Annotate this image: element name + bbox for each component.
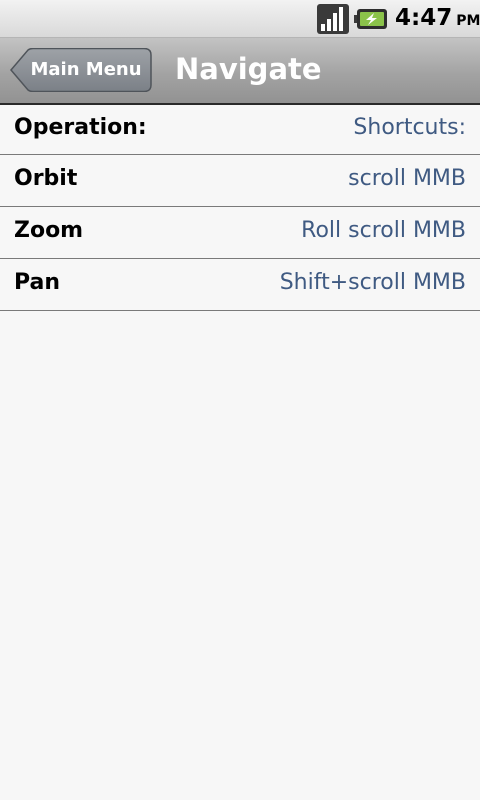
battery-charging-icon <box>354 9 387 29</box>
operation-column-header: Operation: <box>14 115 147 140</box>
status-bar: 4:47 PM <box>0 0 480 38</box>
back-button-label: Main Menu <box>30 59 142 80</box>
clock-time: 4:47 <box>395 5 453 31</box>
shortcut-value: Roll scroll MMB <box>301 218 466 243</box>
table-row: Pan Shift+scroll MMB <box>0 259 480 311</box>
table-header-row: Operation: Shortcuts: <box>0 105 480 155</box>
shortcut-table: Operation: Shortcuts: Orbit scroll MMB Z… <box>0 105 480 311</box>
page-title: Navigate <box>175 52 322 86</box>
shortcut-column-header: Shortcuts: <box>353 115 466 140</box>
signal-icon <box>317 4 349 34</box>
status-clock: 4:47 PM <box>395 5 480 31</box>
operation-name: Zoom <box>14 218 84 243</box>
main-menu-back-button[interactable]: Main Menu <box>10 48 152 92</box>
table-row: Orbit scroll MMB <box>0 155 480 207</box>
shortcut-value: Shift+scroll MMB <box>279 270 466 295</box>
operation-name: Pan <box>14 270 61 295</box>
clock-ampm: PM <box>456 13 480 29</box>
shortcut-value: scroll MMB <box>348 166 466 191</box>
title-bar: Main Menu Navigate <box>0 38 480 105</box>
operation-name: Orbit <box>14 166 78 191</box>
table-row: Zoom Roll scroll MMB <box>0 207 480 259</box>
